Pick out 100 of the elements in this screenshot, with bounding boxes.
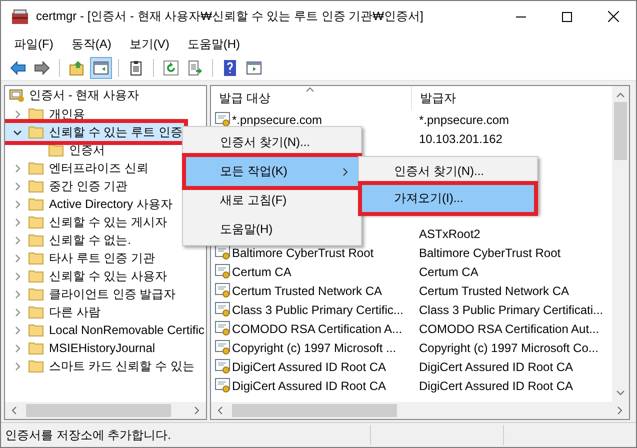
- chevron-right-icon[interactable]: [13, 254, 22, 262]
- certificate-icon: [215, 359, 231, 374]
- scroll-down-icon[interactable]: [616, 390, 625, 396]
- table-cell: ASTxRoot2: [419, 226, 480, 240]
- table-cell: COMODO RSA Certification A...: [232, 322, 402, 336]
- chevron-right-icon[interactable]: [13, 308, 22, 316]
- menu-item[interactable]: 가져오기(I)...: [362, 185, 534, 212]
- table-cell: Copyright (c) 1997 Microsoft ...: [232, 340, 396, 354]
- tree-item[interactable]: 신뢰할 수 있는 사용자: [5, 267, 206, 285]
- folder-icon: [28, 287, 44, 301]
- folder-icon: [28, 197, 44, 211]
- scroll-right-icon[interactable]: [194, 406, 200, 415]
- table-cell: COMODO RSA Certification Aut...: [419, 322, 600, 336]
- menu-item[interactable]: 도움말(H): [178, 36, 249, 52]
- status-text: 인증서를 저장소에 추가합니다.: [5, 426, 172, 444]
- table-cell: *.pnpsecure.com: [232, 112, 322, 126]
- tree-item[interactable]: 신뢰할 수 있는 루트 인증: [5, 123, 184, 141]
- table-cell: Baltimore CyberTrust Root: [232, 246, 374, 260]
- scroll-thumb[interactable]: [614, 102, 627, 160]
- maximize-icon: [562, 12, 572, 22]
- window-title: certmgr - [인증서 - 현재 사용자₩신뢰할 수 있는 루트 인증 기관₩인증서]: [36, 8, 424, 25]
- table-cell: Certum Trusted Network CA: [419, 284, 570, 298]
- chevron-right-icon[interactable]: [13, 272, 22, 280]
- folder-icon: [28, 107, 44, 121]
- show-tree-button[interactable]: [90, 57, 112, 79]
- table-cell: *.pnpsecure.com: [419, 112, 510, 126]
- folder-icon: [28, 125, 44, 139]
- scroll-thumb[interactable]: [232, 404, 397, 417]
- window-pane-icon: [93, 60, 109, 76]
- certificate-icon: [215, 283, 231, 298]
- forward-arrow-icon: [34, 60, 50, 76]
- tree-item[interactable]: 스마트 카드 신뢰할 수 있는: [5, 357, 206, 375]
- scroll-thumb[interactable]: [26, 404, 171, 417]
- refresh-icon: [163, 60, 179, 76]
- horizontal-scrollbar[interactable]: [211, 402, 629, 419]
- column-header[interactable]: 발급자: [412, 86, 456, 110]
- table-cell: Certum Trusted Network CA: [232, 284, 382, 298]
- export-icon: [187, 60, 203, 76]
- table-cell: Class 3 Public Primary Certificati...: [419, 302, 604, 316]
- table-cell: Baltimore CyberTrust Root: [419, 246, 561, 260]
- folder-icon: [28, 179, 44, 193]
- menu-item[interactable]: 모든 작업(K): [186, 157, 358, 186]
- tree-item[interactable]: 타사 루트 인증 기관: [5, 249, 206, 267]
- toolbox-icon: [11, 8, 29, 24]
- chevron-right-icon[interactable]: [13, 110, 22, 118]
- scroll-up-icon[interactable]: [616, 92, 625, 98]
- tree-item[interactable]: Local NonRemovable Certific: [5, 321, 206, 339]
- folder-icon: [28, 269, 44, 283]
- column-header[interactable]: 발급 대상: [211, 86, 412, 110]
- menu-item[interactable]: 파일(F): [5, 36, 62, 52]
- folder-icon: [28, 323, 44, 337]
- chevron-right-icon[interactable]: [13, 362, 22, 370]
- folder-icon: [28, 161, 44, 175]
- tree-item[interactable]: MSIEHistoryJournal: [5, 339, 206, 357]
- folder-icon: [28, 341, 44, 355]
- folder-icon: [28, 251, 44, 265]
- menu-item[interactable]: 보기(V): [120, 36, 178, 52]
- chevron-right-icon[interactable]: [13, 344, 22, 352]
- chevron-right-icon[interactable]: [13, 236, 22, 244]
- menu-item[interactable]: 인증서 찾기(N)...: [362, 158, 534, 185]
- help-icon: [222, 60, 238, 76]
- chevron-right-icon[interactable]: [13, 326, 22, 334]
- folder-icon: [28, 233, 44, 247]
- certificate-icon: [215, 340, 231, 355]
- sort-caret-icon: [306, 87, 314, 92]
- folder-icon: [28, 305, 44, 319]
- chevron-down-icon[interactable]: [13, 128, 22, 136]
- folder-icon: [28, 359, 44, 373]
- folder-icon: [28, 215, 44, 229]
- folder-icon: [48, 143, 64, 157]
- table-cell: Copyright (c) 1997 Microsoft Co...: [419, 340, 598, 354]
- chevron-right-icon[interactable]: [13, 200, 22, 208]
- certificate-icon: [215, 378, 231, 393]
- tree-item[interactable]: 다른 사람: [5, 303, 206, 321]
- back-arrow-icon: [10, 60, 26, 76]
- table-cell: DigiCert Assured ID Root CA: [232, 360, 386, 374]
- table-cell: DigiCert Assured ID Root CA: [419, 360, 574, 374]
- menu-item[interactable]: 동작(A): [62, 36, 120, 52]
- table-cell: Certum CA: [232, 264, 292, 278]
- scroll-left-icon[interactable]: [217, 406, 223, 415]
- chevron-right-icon[interactable]: [13, 218, 22, 226]
- window-pane-icon: [246, 60, 262, 76]
- table-cell: Certum CA: [419, 264, 478, 278]
- clipboard-icon: [128, 60, 144, 76]
- table-cell: Class 3 Public Primary Certific...: [232, 302, 404, 316]
- chevron-right-icon[interactable]: [13, 182, 22, 190]
- certificate-icon: [215, 321, 231, 336]
- tree-item[interactable]: 클라이언트 인증 발급자: [5, 285, 206, 303]
- tree-item[interactable]: 인증서 - 현재 사용자: [29, 86, 139, 104]
- folder-up-icon: [69, 60, 85, 76]
- scroll-left-icon[interactable]: [11, 406, 17, 415]
- certificate-icon: [215, 245, 231, 260]
- chevron-right-icon[interactable]: [13, 164, 22, 172]
- horizontal-scrollbar[interactable]: [5, 402, 206, 419]
- scroll-right-icon[interactable]: [617, 406, 623, 415]
- certificate-icon: [215, 112, 231, 127]
- vertical-scrollbar[interactable]: [612, 86, 629, 402]
- chevron-right-icon[interactable]: [13, 290, 22, 298]
- certificate-icon: [215, 302, 231, 317]
- table-cell: DigiCert Assured ID Root CA: [419, 378, 574, 392]
